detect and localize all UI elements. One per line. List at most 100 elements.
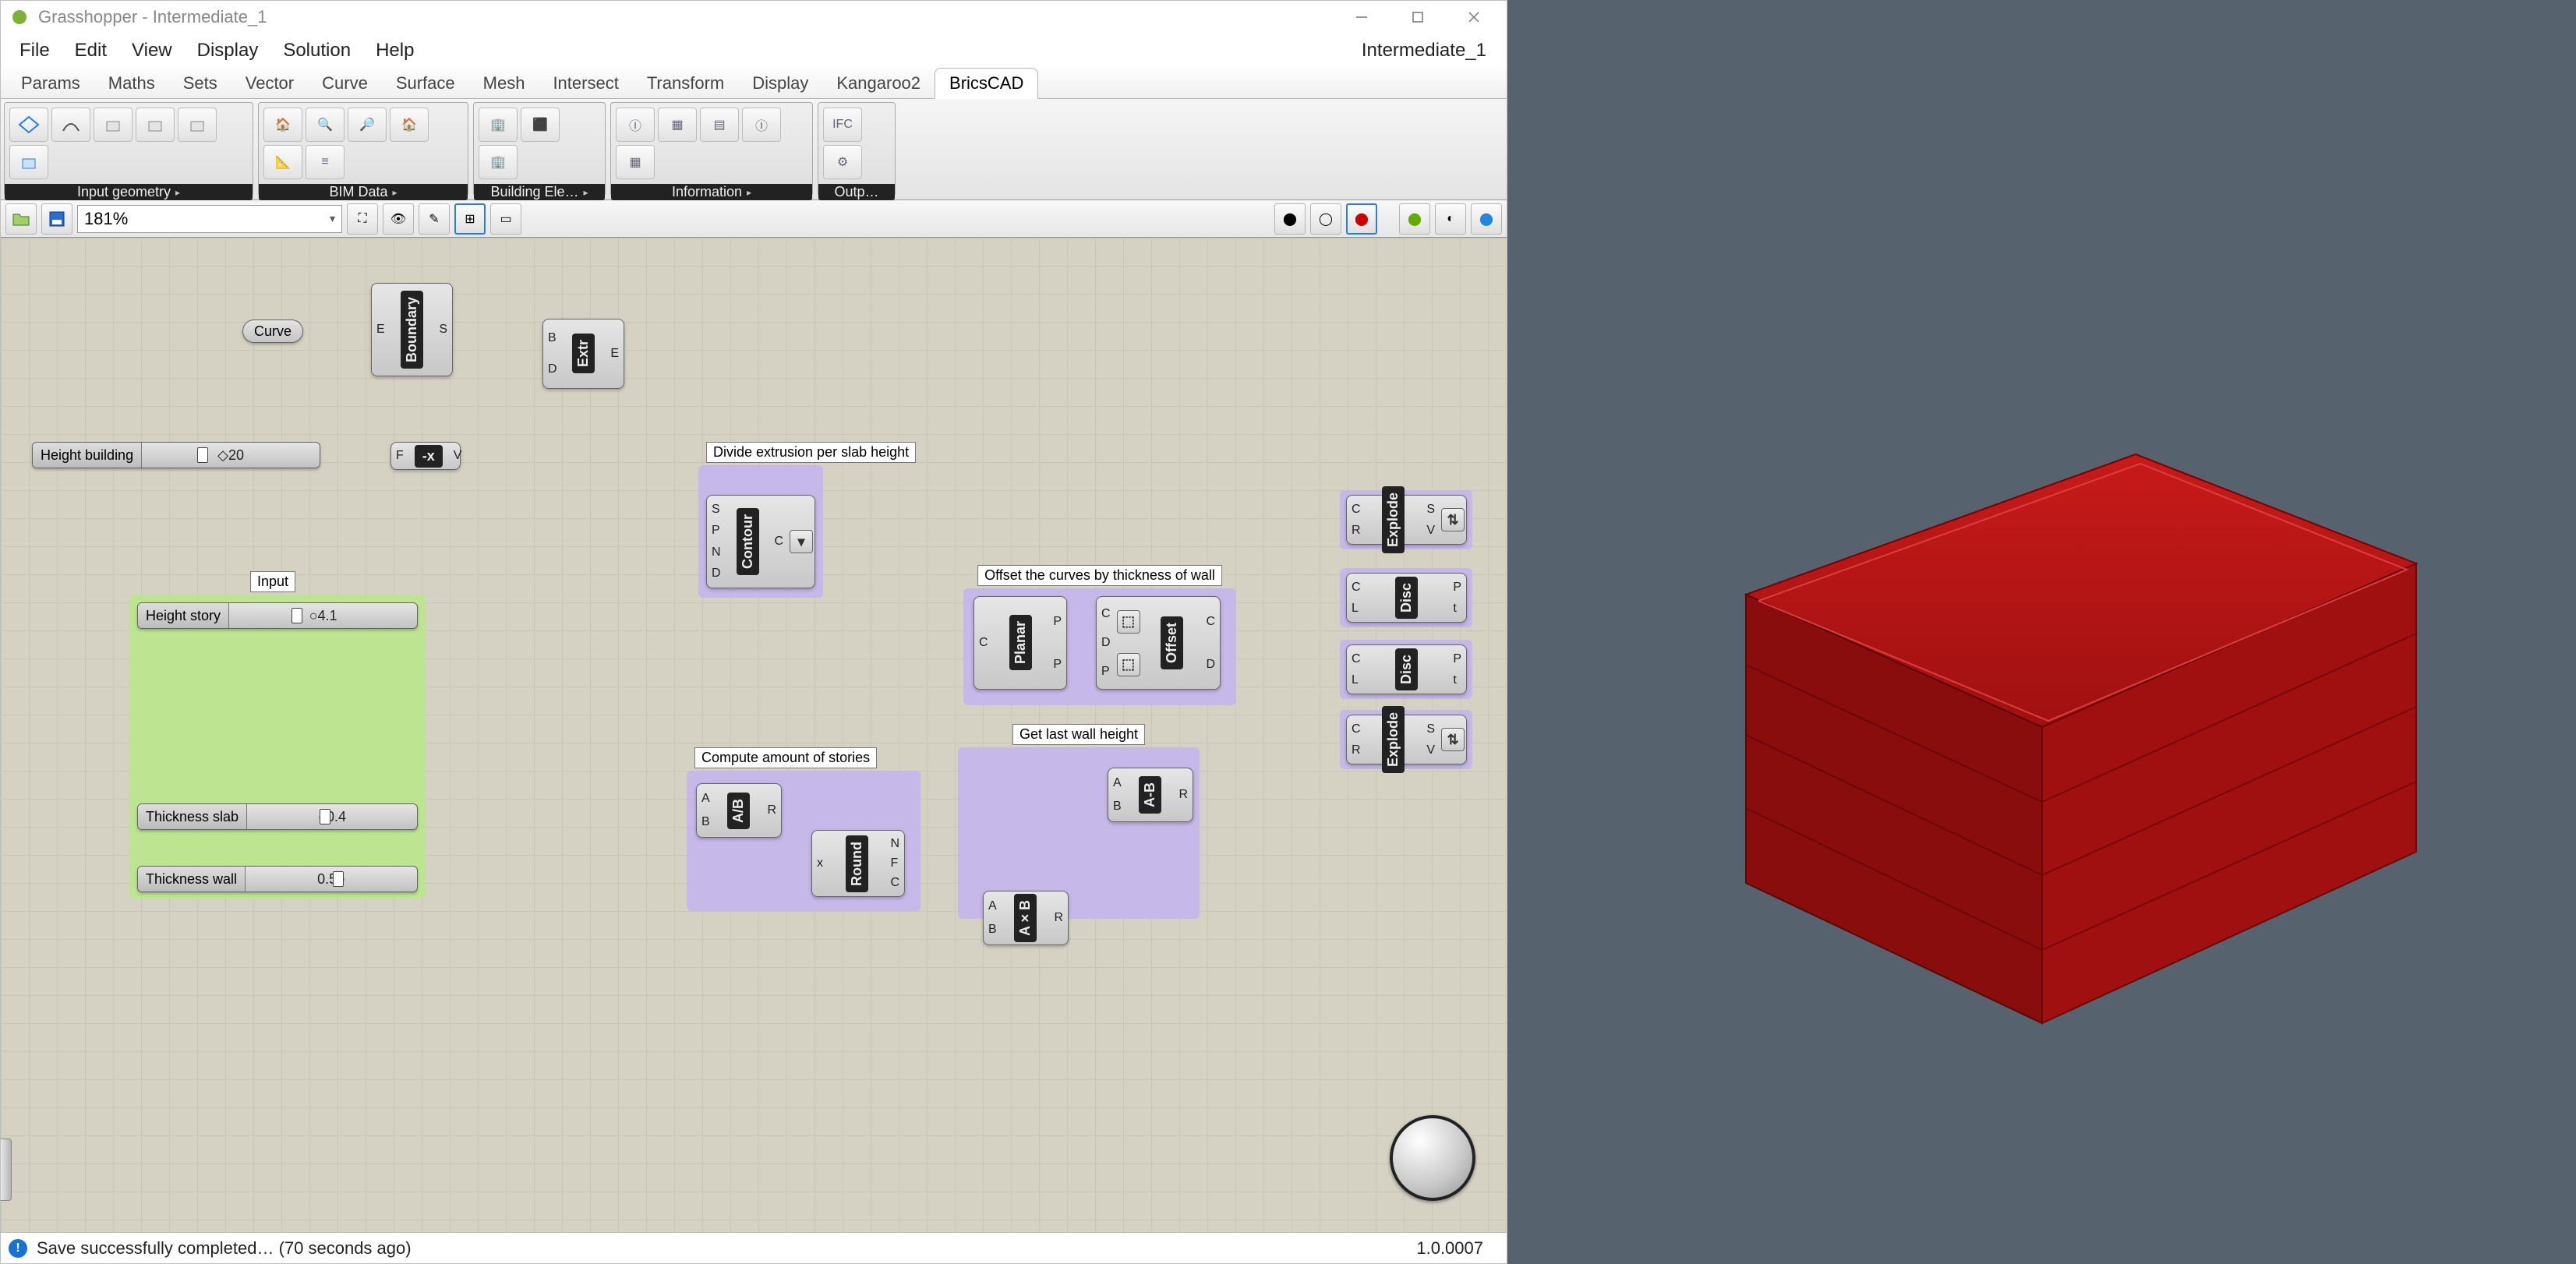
ribbon-btn[interactable]: Ⓘ bbox=[742, 108, 781, 142]
ribbon-group-information: Ⓘ ▦ ▤ Ⓘ ▦ Information▸ bbox=[610, 102, 813, 196]
menu-display[interactable]: Display bbox=[185, 35, 271, 66]
node-divide[interactable]: AB A/B R bbox=[696, 783, 782, 838]
node-round[interactable]: x Round NFC bbox=[811, 830, 905, 897]
tab-maths[interactable]: Maths bbox=[94, 69, 169, 98]
node-offset[interactable]: CDP ⬚⬚ Offset CD bbox=[1096, 596, 1221, 690]
slider-height-building[interactable]: Height building ◇ 20 bbox=[32, 442, 320, 468]
zoom-select[interactable]: 181%▾ bbox=[77, 205, 342, 233]
slider-label: Height building bbox=[33, 443, 142, 468]
tab-transform[interactable]: Transform bbox=[633, 69, 738, 98]
grasshopper-window: Grasshopper - Intermediate_1 File Edit V… bbox=[0, 0, 1507, 1264]
canvas-compass[interactable] bbox=[1390, 1115, 1475, 1201]
slider-height-story[interactable]: Height story ○ 4.1 bbox=[137, 602, 418, 629]
node-multiply[interactable]: AB A×B R bbox=[983, 891, 1069, 945]
ribbon-btn[interactable]: 🔎 bbox=[348, 108, 387, 142]
ribbon-btn[interactable] bbox=[136, 108, 175, 142]
ribbon-btn[interactable]: ▤ bbox=[700, 108, 739, 142]
canvas-drawer-handle[interactable] bbox=[1, 1139, 12, 1201]
slider-thickness-wall[interactable]: Thickness wall 0.5 ○ bbox=[137, 866, 418, 892]
node-subtract[interactable]: AB A-B R bbox=[1108, 768, 1193, 822]
ribbon-btn[interactable] bbox=[51, 108, 90, 142]
ribbon-btn[interactable]: ⬛ bbox=[521, 108, 560, 142]
ribbon-btn[interactable]: ≡ bbox=[306, 145, 345, 179]
shade-red-button[interactable]: ⬤ bbox=[1346, 203, 1377, 235]
ribbon-group-building-ele: 🏢 ⬛ 🏢 Building Ele…▸ bbox=[473, 102, 606, 196]
group-label: Input bbox=[250, 571, 295, 592]
node-label: Boundary bbox=[401, 291, 423, 369]
viewport-3d[interactable] bbox=[1507, 0, 2576, 1264]
node-disc-2[interactable]: CL Disc Pt bbox=[1346, 644, 1467, 694]
node-disc-1[interactable]: CL Disc Pt bbox=[1346, 573, 1467, 623]
shade-flat-button[interactable]: ⬤ bbox=[1274, 203, 1306, 235]
minimize-button[interactable] bbox=[1338, 2, 1385, 33]
tab-kangaroo2[interactable]: Kangaroo2 bbox=[822, 69, 935, 98]
node-explode-2[interactable]: CR Explode SV ⇅ bbox=[1346, 715, 1467, 764]
canvas[interactable]: Curve E Boundary S BD Extr E Height buil… bbox=[1, 238, 1507, 1232]
tab-surface[interactable]: Surface bbox=[382, 69, 469, 98]
slider-thickness-slab[interactable]: Thickness slab ○ 0.4 bbox=[137, 803, 418, 830]
ribbon-btn[interactable] bbox=[9, 108, 48, 142]
node-explode-1[interactable]: CR Explode SV ⇅ bbox=[1346, 495, 1467, 545]
menu-file[interactable]: File bbox=[7, 35, 62, 66]
node-label: Contour bbox=[737, 508, 759, 575]
ribbon-btn[interactable]: 🏠 bbox=[390, 108, 429, 142]
tab-vector[interactable]: Vector bbox=[231, 69, 308, 98]
status-message: Save successfully completed… (70 seconds… bbox=[37, 1238, 412, 1259]
ribbon-btn[interactable]: ▦ bbox=[616, 145, 655, 179]
group-input: Input bbox=[129, 595, 426, 899]
preview-blue-button[interactable]: ⬤ bbox=[1471, 203, 1502, 235]
zoom-extents-button[interactable]: ⛶ bbox=[347, 203, 378, 235]
save-button[interactable] bbox=[41, 203, 72, 235]
menu-edit[interactable]: Edit bbox=[62, 35, 119, 66]
ribbon-btn[interactable] bbox=[94, 108, 133, 142]
ribbon-btn[interactable]: 📐 bbox=[263, 145, 302, 179]
param-curve[interactable]: Curve bbox=[242, 320, 303, 343]
slider-value: 20 bbox=[228, 447, 244, 464]
canvas-toolbar: 181%▾ ⛶ 👁 ✎ ⊞ ▭ ⬤ ◯ ⬤ ⬤ ◐ ⬤ bbox=[1, 200, 1507, 238]
node-extrude[interactable]: BD Extr E bbox=[542, 319, 624, 389]
tab-intersect[interactable]: Intersect bbox=[539, 69, 632, 98]
app-icon bbox=[10, 8, 29, 26]
titlebar: Grasshopper - Intermediate_1 bbox=[1, 1, 1507, 34]
sketch-button[interactable]: ✎ bbox=[419, 203, 450, 235]
named-view-button[interactable]: ⊞ bbox=[454, 203, 486, 235]
tab-sets[interactable]: Sets bbox=[169, 69, 231, 98]
ribbon-btn[interactable] bbox=[178, 108, 217, 142]
ribbon-btn[interactable]: 🔍 bbox=[306, 108, 345, 142]
status-icon: ! bbox=[9, 1239, 27, 1258]
ribbon-btn[interactable]: 🏠 bbox=[263, 108, 302, 142]
node-contour[interactable]: SPND Contour C ▾ bbox=[706, 495, 815, 588]
ribbon-btn[interactable]: ⚙ bbox=[823, 145, 862, 179]
group-label: Offset the curves by thickness of wall bbox=[977, 565, 1222, 586]
preview-green-button[interactable]: ⬤ bbox=[1399, 203, 1430, 235]
tab-bricscad[interactable]: BricsCAD bbox=[935, 68, 1038, 99]
preview-button[interactable]: 👁 bbox=[383, 203, 414, 235]
slider-label: Thickness slab bbox=[138, 804, 247, 829]
menu-help[interactable]: Help bbox=[363, 35, 426, 66]
tab-display[interactable]: Display bbox=[738, 69, 822, 98]
node-negate[interactable]: F -x V bbox=[390, 442, 461, 470]
ribbon-btn[interactable]: ▦ bbox=[658, 108, 697, 142]
ribbon-btn[interactable]: IFC bbox=[823, 108, 862, 142]
preview-half-button[interactable]: ◐ bbox=[1435, 203, 1466, 235]
ribbon-btn[interactable]: Ⓘ bbox=[616, 108, 655, 142]
open-button[interactable] bbox=[5, 203, 37, 235]
tab-mesh[interactable]: Mesh bbox=[469, 69, 539, 98]
shade-wire-button[interactable]: ◯ bbox=[1310, 203, 1341, 235]
tab-curve[interactable]: Curve bbox=[308, 69, 382, 98]
toggle-button[interactable]: ▭ bbox=[490, 203, 521, 235]
ribbon-btn[interactable]: 🏢 bbox=[479, 108, 518, 142]
node-label: A-B bbox=[1139, 776, 1161, 814]
tab-params[interactable]: Params bbox=[7, 69, 94, 98]
node-boundary[interactable]: E Boundary S bbox=[371, 283, 453, 376]
ribbon: Input geometry▸ 🏠 🔍 🔎 🏠 📐 ≡ BIM Data▸ 🏢 … bbox=[1, 99, 1507, 200]
node-planar[interactable]: C Planar PP bbox=[974, 596, 1067, 690]
ribbon-btn[interactable]: 🏢 bbox=[479, 145, 518, 179]
group-label: Divide extrusion per slab height bbox=[706, 442, 916, 463]
menu-solution[interactable]: Solution bbox=[270, 35, 363, 66]
ribbon-btn[interactable] bbox=[9, 145, 48, 179]
ribbon-group-label: Information bbox=[672, 184, 742, 200]
maximize-button[interactable] bbox=[1394, 2, 1441, 33]
close-button[interactable] bbox=[1451, 2, 1497, 33]
menu-view[interactable]: View bbox=[119, 35, 185, 66]
